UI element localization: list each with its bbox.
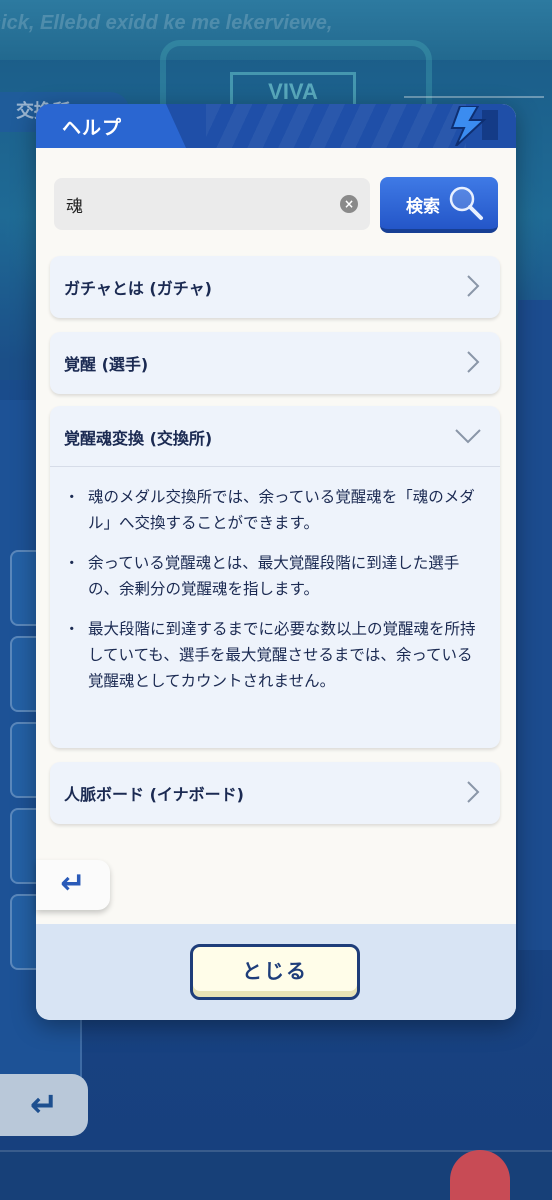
chevron-down-icon [455,429,481,444]
search-input[interactable] [54,178,334,230]
help-item-title: ガチャとは (ガチャ) [64,279,212,298]
modal-header: ヘルプ [36,104,516,148]
search-box: × [54,178,370,230]
help-item-title: 人脈ボード (イナボード) [64,785,244,804]
help-item-awakening[interactable]: 覚醒 (選手) [50,332,500,394]
help-item-body: 魂のメダル交換所では、余っている覚醒魂を「魂のメダル」へ交換することができます。… [64,484,488,708]
chevron-right-icon [467,781,480,803]
help-item-title: 覚醒魂変換 (交換所) [64,429,213,448]
chevron-right-icon [467,275,480,297]
background-back-button: ↵ [0,1074,88,1136]
background-right-panel [518,300,552,950]
close-button[interactable]: とじる [190,944,360,1000]
help-bullet: 最大段階に到達するまでに必要な数以上の覚醒魂を所持していても、選手を最大覚醒させ… [64,616,488,694]
divider [50,466,500,467]
return-button[interactable]: ↵ [36,860,110,910]
help-bullet: 魂のメダル交換所では、余っている覚醒魂を「魂のメダル」へ交換することができます。 [64,484,488,536]
help-item-title: 覚醒 (選手) [64,355,149,374]
background-ticker: sick, Ellebd exidd ke me lekerviewe, [0,12,333,34]
magnifier-icon [449,186,483,220]
search-button[interactable]: 検索 [380,177,498,233]
modal-footer: とじる [36,924,516,1020]
chevron-right-icon [467,351,480,373]
search-button-label: 検索 [406,197,440,217]
lightning-bolt-icon [450,106,498,146]
help-bullet: 余っている覚醒魂とは、最大覚醒段階に到達した選手の、余剰分の覚醒魂を指します。 [64,550,488,602]
modal-title: ヘルプ [62,117,123,139]
help-item-gacha[interactable]: ガチャとは (ガチャ) [50,256,500,318]
header-stripes [206,104,466,148]
help-content: × 検索 ガチャとは (ガチャ) 覚醒 (選手) 覚醒魂変換 (交換所) [36,148,516,924]
help-item-network-board[interactable]: 人脈ボード (イナボード) [50,762,500,824]
help-item-awakening-soul-exchange[interactable]: 覚醒魂変換 (交換所) 魂のメダル交換所では、余っている覚醒魂を「魂のメダル」へ… [50,406,500,748]
return-icon: ↵ [60,866,86,901]
clear-icon[interactable]: × [340,195,358,213]
